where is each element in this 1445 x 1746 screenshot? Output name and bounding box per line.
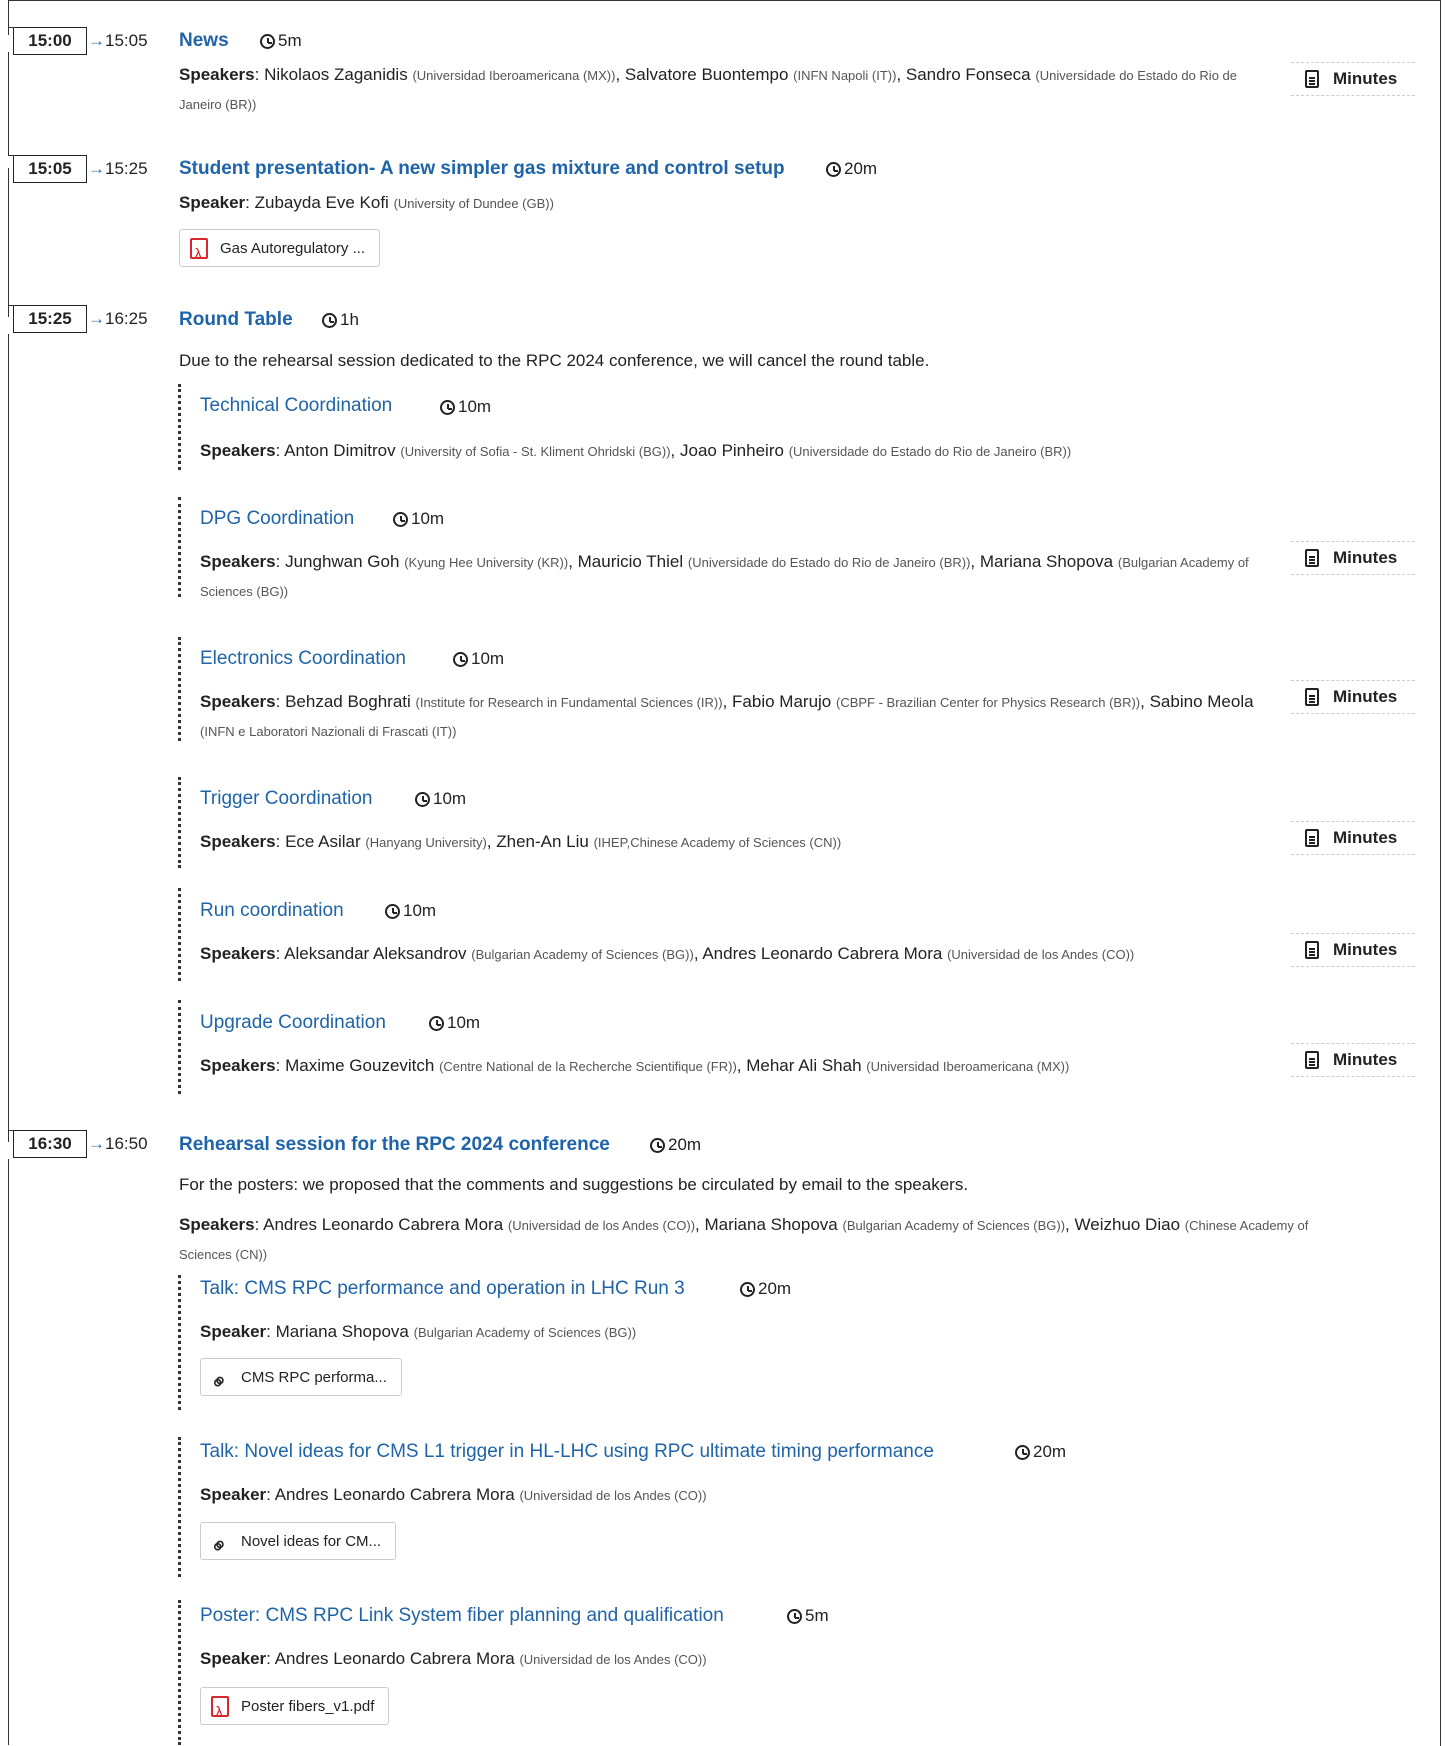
sub-title[interactable]: Poster: CMS RPC Link System fiber planni… (200, 1605, 724, 1627)
clock-icon (415, 792, 430, 807)
timeline-line (8, 52, 9, 151)
speakers-line: Speaker: Mariana Shopova (Bulgarian Acad… (200, 1322, 637, 1341)
start-time: 15:00 (8, 17, 87, 55)
document-icon (1305, 1051, 1319, 1069)
duration: 20m (1015, 1442, 1066, 1462)
sub-title[interactable]: Technical Coordination (200, 395, 392, 417)
timeline-line (8, 334, 9, 1142)
duration: 20m (740, 1279, 791, 1299)
clock-icon (453, 652, 468, 667)
document-icon (1305, 829, 1319, 847)
speakers-line: Speaker: Zubayda Eve Kofi (University of… (179, 193, 554, 212)
minutes-button[interactable]: Minutes (1291, 680, 1415, 714)
attachment-link-button[interactable]: ⚭ CMS RPC performa... (200, 1358, 402, 1398)
attachment-button[interactable]: Poster fibers_v1.pdf (200, 1687, 390, 1732)
speakers-line: Speakers: Aleksandar Aleksandrov (Bulgar… (200, 944, 1135, 963)
speakers-line: Speakers: Behzad Boghrati (Institute for… (200, 692, 1254, 739)
sub-divider (178, 777, 181, 868)
clock-icon (260, 34, 275, 49)
speakers-line: Speakers: Andres Leonardo Cabrera Mora (… (179, 1215, 1309, 1262)
document-icon (1305, 70, 1319, 88)
document-icon (1305, 549, 1319, 567)
sub-divider (178, 1000, 181, 1094)
contribution-title[interactable]: Round Table (179, 309, 293, 331)
duration: 10m (429, 1013, 480, 1033)
sub-divider (178, 637, 181, 741)
clock-icon (385, 904, 400, 919)
description: Due to the rehearsal session dedicated t… (179, 351, 930, 370)
start-time: 15:25 (8, 295, 87, 333)
arrow-icon: → (88, 31, 105, 50)
sub-divider (178, 1275, 181, 1410)
description: For the posters: we proposed that the co… (179, 1175, 969, 1194)
timeline-line (8, 1159, 9, 1745)
minutes-button[interactable]: Minutes (1291, 541, 1415, 575)
duration: 10m (453, 649, 504, 669)
speakers-line: Speaker: Andres Leonardo Cabrera Mora (U… (200, 1485, 707, 1504)
clock-icon (650, 1138, 665, 1153)
sub-title[interactable]: Trigger Coordination (200, 788, 373, 810)
speakers-line: Speakers: Ece Asilar (Hanyang University… (200, 832, 842, 851)
contribution-title[interactable]: Rehearsal session for the RPC 2024 confe… (179, 1134, 610, 1156)
document-icon (1305, 688, 1319, 706)
sub-title[interactable]: Electronics Coordination (200, 648, 406, 670)
sub-title[interactable]: DPG Coordination (200, 508, 354, 530)
contribution-title[interactable]: News (179, 30, 229, 52)
contribution-title[interactable]: Student presentation- A new simpler gas … (179, 158, 785, 180)
sub-title[interactable]: Talk: Novel ideas for CMS L1 trigger in … (200, 1441, 934, 1463)
speakers-line: Speakers: Maxime Gouzevitch (Centre Nati… (200, 1056, 1070, 1075)
clock-icon (740, 1282, 755, 1297)
duration: 10m (415, 789, 466, 809)
sub-title[interactable]: Talk: CMS RPC performance and operation … (200, 1278, 685, 1300)
clock-icon (393, 512, 408, 527)
duration: 20m (826, 159, 877, 179)
clock-icon (429, 1016, 444, 1031)
duration: 10m (385, 901, 436, 921)
sub-divider (178, 1600, 181, 1745)
start-time: 15:05 (8, 145, 87, 183)
sub-title[interactable]: Run coordination (200, 900, 344, 922)
speakers-line: Speakers: Anton Dimitrov (University of … (200, 441, 1072, 460)
sub-title[interactable]: Upgrade Coordination (200, 1012, 386, 1034)
clock-icon (440, 400, 455, 415)
sub-divider (178, 1437, 181, 1577)
pdf-icon (211, 1694, 229, 1732)
end-time: →16:50 (88, 1134, 148, 1153)
pdf-icon (190, 236, 208, 274)
minutes-button[interactable]: Minutes (1291, 1043, 1415, 1077)
end-time: →15:25 (88, 159, 148, 178)
duration: 10m (440, 397, 491, 417)
minutes-button[interactable]: Minutes (1291, 62, 1415, 96)
duration: 1h (322, 310, 359, 330)
clock-icon (787, 1609, 802, 1624)
duration: 10m (393, 509, 444, 529)
duration: 20m (650, 1135, 701, 1155)
sub-divider (178, 888, 181, 981)
sub-divider (178, 497, 181, 597)
speakers-line: Speakers: Junghwan Goh (Kyung Hee Univer… (200, 552, 1249, 599)
duration: 5m (787, 1606, 829, 1626)
clock-icon (826, 162, 841, 177)
duration: 5m (260, 31, 302, 51)
minutes-button[interactable]: Minutes (1291, 821, 1415, 855)
clock-icon (1015, 1445, 1030, 1460)
minutes-button[interactable]: Minutes (1291, 933, 1415, 967)
clock-icon (322, 313, 337, 328)
speakers-line: Speakers: Nikolaos Zaganidis (Universida… (179, 65, 1237, 112)
document-icon (1305, 941, 1319, 959)
sub-divider (178, 384, 181, 470)
end-time: →15:05 (88, 31, 148, 50)
start-time: 16:30 (8, 1120, 87, 1158)
attachment-button[interactable]: Gas Autoregulatory ... (179, 229, 381, 274)
speakers-line: Speaker: Andres Leonardo Cabrera Mora (U… (200, 1649, 707, 1668)
attachment-link-button[interactable]: ⚭ Novel ideas for CM... (200, 1522, 397, 1562)
end-time: →16:25 (88, 309, 148, 328)
